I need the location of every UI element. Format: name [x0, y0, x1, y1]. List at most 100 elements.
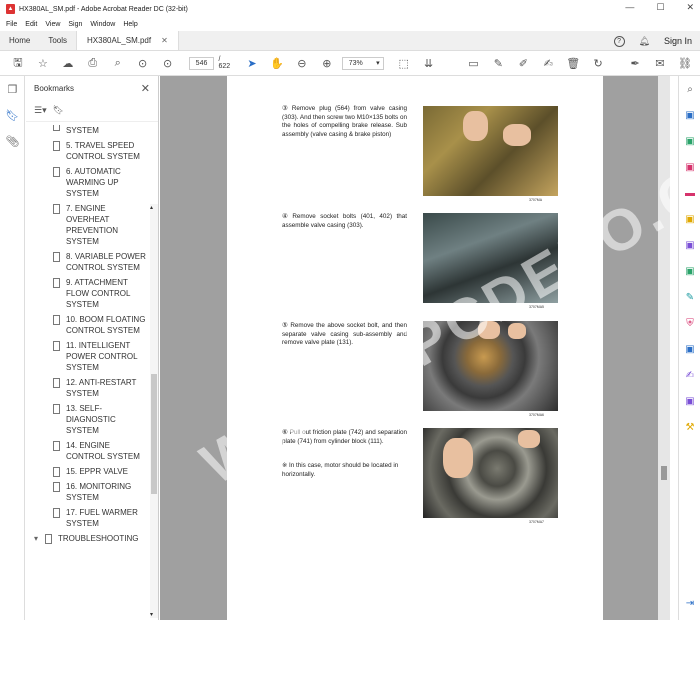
fit-page-icon[interactable]: ⬚ [394, 53, 414, 73]
document-scrollbar[interactable] [658, 76, 670, 620]
export-pdf-icon[interactable]: ▣ [679, 102, 700, 128]
bookmark-item[interactable]: 16. MONITORING SYSTEM [26, 481, 150, 503]
more-tools-icon[interactable]: ⚒ [679, 414, 700, 440]
bookmarks-panel-icon[interactable]: 🔖︎ [0, 102, 25, 128]
hand-tool-icon[interactable]: ✋ [267, 53, 287, 73]
combine-files-icon[interactable]: ▣ [679, 206, 700, 232]
bookmark-item[interactable]: 11. INTELLIGENT POWER CONTROL SYSTEM [26, 340, 150, 373]
email-icon[interactable]: ✉ [650, 53, 670, 73]
page-down-icon[interactable]: ⊙ [158, 53, 178, 73]
bookmark-item[interactable]: 7. ENGINE OVERHEAT PREVENTION SYSTEM [26, 203, 150, 247]
menu-edit[interactable]: Edit [25, 21, 37, 28]
menu-help[interactable]: Help [123, 21, 137, 28]
link-icon[interactable]: ⛓ [675, 53, 695, 73]
bookmarks-scrollbar[interactable]: ▴ ▾ [150, 204, 158, 618]
close-bookmarks-icon[interactable]: ✕ [141, 82, 150, 95]
zoom-out-icon[interactable]: ⊖ [292, 53, 312, 73]
request-signature-icon[interactable]: ▣ [679, 336, 700, 362]
step-4-text: ④ Remove socket bolts (401, 402) that ass… [282, 213, 407, 229]
protect-icon[interactable]: ⛨ [679, 310, 700, 336]
comment-tool-icon[interactable]: ▬ [679, 180, 700, 206]
bookmark-item[interactable]: SYSTEM [26, 125, 150, 136]
sign-tool-icon[interactable]: ✍ [679, 362, 700, 388]
minimize-button[interactable]: — [625, 2, 634, 13]
zoom-value: 73% [348, 59, 363, 67]
comment-icon[interactable]: ▭ [463, 53, 483, 73]
photo-caption: 3707MA5 [529, 305, 544, 309]
bookmark-item[interactable]: 5. TRAVEL SPEED CONTROL SYSTEM [26, 140, 150, 162]
hand-shape [518, 430, 540, 448]
bookmark-item[interactable]: 14. ENGINE CONTROL SYSTEM [26, 440, 150, 462]
scroll-up-icon[interactable]: ▴ [150, 204, 153, 211]
scroll-down-icon[interactable]: ▾ [150, 611, 153, 618]
document-scroll-thumb[interactable] [661, 466, 667, 480]
bookmark-item[interactable]: 15. EPPR VALVE [26, 466, 150, 477]
bookmark-icon [53, 508, 60, 518]
draw-icon[interactable]: ✐ [513, 53, 533, 73]
menu-view[interactable]: View [45, 21, 60, 28]
help-icon[interactable]: ? [613, 35, 625, 47]
attachments-icon[interactable]: 📎︎ [0, 128, 25, 154]
bookmark-item-troubleshooting[interactable]: ▾ TROUBLESHOOTING [26, 533, 150, 544]
page-up-icon[interactable]: ⊙ [133, 53, 153, 73]
close-window-button[interactable]: ✕ [686, 2, 694, 13]
add-bookmark-icon[interactable]: 🔖︎ [53, 105, 64, 116]
search-icon[interactable]: ⌕ [108, 53, 128, 73]
scroll-mode-icon[interactable]: ⇊ [419, 53, 439, 73]
fill-sign-icon[interactable]: ✎ [679, 284, 700, 310]
rotate-icon[interactable]: ↻ [588, 53, 608, 73]
sign-pen-icon[interactable]: ✒ [625, 53, 645, 73]
search-tool-icon[interactable]: ⌕ [679, 76, 700, 102]
close-tab-icon[interactable]: ✕ [161, 36, 168, 45]
page-total: / 622 [218, 56, 231, 70]
bookmark-item[interactable]: 10. BOOM FLOATING CONTROL SYSTEM [26, 314, 150, 336]
bookmark-item[interactable]: 9. ATTACHMENT FLOW CONTROL SYSTEM [26, 277, 150, 310]
bookmark-options-icon[interactable]: ☰▾ [34, 105, 47, 116]
select-cursor-icon[interactable]: ➤ [242, 53, 262, 73]
collapse-pane-icon[interactable]: ⇥ [679, 590, 700, 616]
create-pdf-icon[interactable]: ▣ [679, 128, 700, 154]
menu-window[interactable]: Window [90, 21, 115, 28]
chevron-down-icon[interactable]: ▾ [34, 533, 38, 544]
save-icon[interactable]: 🖫 [8, 53, 28, 73]
delete-icon[interactable]: 🗑︎ [563, 53, 583, 73]
tab-document[interactable]: HX380AL_SM.pdf ✕ [76, 31, 179, 50]
upload-cloud-icon[interactable]: ☁ [58, 53, 78, 73]
zoom-select[interactable]: 73% ▾ [341, 56, 384, 70]
bookmarks-scroll-thumb[interactable] [151, 374, 157, 494]
organize-pages-icon[interactable]: ▣ [679, 232, 700, 258]
bookmark-icon [53, 404, 60, 414]
photo-caption: 3707MA7 [529, 520, 544, 524]
tab-document-label: HX380AL_SM.pdf [87, 36, 152, 45]
menu-sign[interactable]: Sign [68, 21, 82, 28]
hand-shape [463, 111, 488, 141]
bookmark-item[interactable]: 13. SELF-DIAGNOSTIC SYSTEM [26, 403, 150, 436]
print-icon[interactable]: ⎙ [83, 53, 103, 73]
highlight-icon[interactable]: ✎ [488, 53, 508, 73]
window-title: HX380AL_SM.pdf - Adobe Acrobat Reader DC… [19, 5, 188, 13]
bookmark-item[interactable]: 17. FUEL WARMER SYSTEM [26, 507, 150, 529]
page-thumbnails-icon[interactable]: ❐ [0, 76, 25, 102]
main-toolbar: 🖫 ☆ ☁ ⎙ ⌕ ⊙ ⊙ 546 / 622 ➤ ✋ ⊖ ⊕ 73% ▾ ⬚ … [0, 51, 700, 76]
maximize-button[interactable]: ☐ [656, 2, 664, 13]
sign-in-link[interactable]: Sign In [664, 36, 692, 46]
title-bar: ▲ HX380AL_SM.pdf - Adobe Acrobat Reader … [0, 0, 700, 18]
page-number-input[interactable]: 546 [188, 56, 215, 70]
bookmark-item[interactable]: 12. ANTI-RESTART SYSTEM [26, 377, 150, 399]
tab-tools[interactable]: Tools [39, 31, 76, 50]
bookmark-item[interactable]: 6. AUTOMATIC WARMING UP SYSTEM [26, 166, 150, 199]
bookmark-item[interactable]: 8. VARIABLE POWER CONTROL SYSTEM [26, 251, 150, 273]
stamp-icon[interactable]: ✍ [538, 53, 558, 73]
bookmarks-title: Bookmarks [34, 83, 75, 93]
menu-file[interactable]: File [6, 21, 17, 28]
document-viewport[interactable]: ③ Remove plug (564) from valve casing (30… [160, 76, 670, 620]
photo-caption: 3707MA6 [529, 413, 544, 417]
scan-ocr-icon[interactable]: ▣ [679, 258, 700, 284]
prepare-form-icon[interactable]: ▣ [679, 388, 700, 414]
bookmark-icon [53, 378, 60, 388]
tab-home[interactable]: Home [0, 31, 39, 50]
edit-pdf-icon[interactable]: ▣ [679, 154, 700, 180]
bell-icon[interactable]: 🔔︎ [639, 36, 650, 47]
zoom-in-icon[interactable]: ⊕ [317, 53, 337, 73]
bookmark-star-icon[interactable]: ☆ [33, 53, 53, 73]
